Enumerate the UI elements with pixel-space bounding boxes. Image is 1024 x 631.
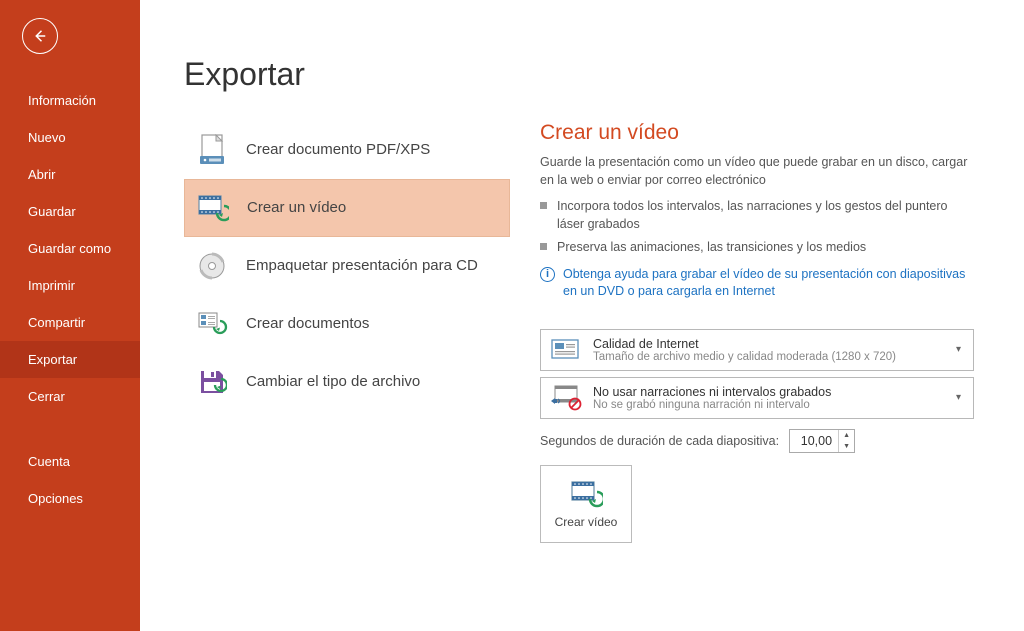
option-create-video[interactable]: Crear un vídeo <box>184 179 510 237</box>
nav-informacion[interactable]: Información <box>0 82 140 119</box>
handout-icon <box>196 308 228 340</box>
quality-icon <box>549 335 583 365</box>
create-video-label: Crear vídeo <box>555 515 618 529</box>
detail-description: Guarde la presentación como un vídeo que… <box>540 153 974 189</box>
option-label: Cambiar el tipo de archivo <box>246 373 420 392</box>
bullet-text: Preserva las animaciones, las transicion… <box>557 238 866 256</box>
nav-cerrar[interactable]: Cerrar <box>0 378 140 415</box>
sidebar: Información Nuevo Abrir Guardar Guardar … <box>0 0 140 631</box>
spinner-down-icon[interactable]: ▼ <box>839 441 854 452</box>
pdf-icon <box>196 134 228 166</box>
page-title: Exportar <box>184 56 1024 93</box>
nav-cuenta[interactable]: Cuenta <box>0 443 140 480</box>
option-package-cd[interactable]: Empaquetar presentación para CD <box>184 237 510 295</box>
quality-sub: Tamaño de archivo medio y calidad modera… <box>593 351 942 363</box>
nav-guardar[interactable]: Guardar <box>0 193 140 230</box>
info-icon <box>540 267 555 282</box>
detail-panel: Crear un vídeo Guarde la presentación co… <box>540 121 1024 543</box>
quality-main: Calidad de Internet <box>593 337 942 351</box>
spinner-up-icon[interactable]: ▲ <box>839 430 854 441</box>
duration-spinner[interactable]: ▲ ▼ <box>789 429 855 453</box>
option-change-filetype[interactable]: Cambiar el tipo de archivo <box>184 353 510 411</box>
bullet-text: Incorpora todos los intervalos, las narr… <box>557 197 974 233</box>
narration-icon <box>549 383 583 413</box>
option-label: Empaquetar presentación para CD <box>246 257 478 276</box>
save-as-icon <box>196 366 228 398</box>
chevron-down-icon: ▾ <box>952 392 965 403</box>
detail-title: Crear un vídeo <box>540 121 974 145</box>
option-label: Crear documentos <box>246 315 369 334</box>
feature-bullet: Preserva las animaciones, las transicion… <box>540 238 974 256</box>
export-option-list: Crear documento PDF/XPS <box>184 121 510 543</box>
nav-opciones[interactable]: Opciones <box>0 480 140 517</box>
help-link[interactable]: Obtenga ayuda para grabar el vídeo de su… <box>563 266 974 301</box>
option-pdf-xps[interactable]: Crear documento PDF/XPS <box>184 121 510 179</box>
nav-nuevo[interactable]: Nuevo <box>0 119 140 156</box>
video-icon <box>197 192 229 224</box>
nav-abrir[interactable]: Abrir <box>0 156 140 193</box>
create-video-button[interactable]: Crear vídeo <box>540 465 632 543</box>
option-create-documents[interactable]: Crear documentos <box>184 295 510 353</box>
option-label: Crear un vídeo <box>247 199 346 218</box>
nav-guardar-como[interactable]: Guardar como <box>0 230 140 267</box>
option-label: Crear documento PDF/XPS <box>246 141 430 160</box>
feature-bullet: Incorpora todos los intervalos, las narr… <box>540 197 974 233</box>
cd-icon <box>196 250 228 282</box>
quality-dropdown[interactable]: Calidad de Internet Tamaño de archivo me… <box>540 329 974 371</box>
bullet-icon <box>540 202 547 209</box>
chevron-down-icon: ▾ <box>952 344 965 355</box>
narration-sub: No se grabó ninguna narración ni interva… <box>593 399 942 411</box>
nav-compartir[interactable]: Compartir <box>0 304 140 341</box>
narration-dropdown[interactable]: No usar narraciones ni intervalos grabad… <box>540 377 974 419</box>
create-video-icon <box>569 479 603 509</box>
bullet-icon <box>540 243 547 250</box>
narration-main: No usar narraciones ni intervalos grabad… <box>593 385 942 399</box>
duration-label: Segundos de duración de cada diapositiva… <box>540 434 779 448</box>
nav-exportar[interactable]: Exportar <box>0 341 140 378</box>
nav-imprimir[interactable]: Imprimir <box>0 267 140 304</box>
duration-input[interactable] <box>790 430 838 452</box>
